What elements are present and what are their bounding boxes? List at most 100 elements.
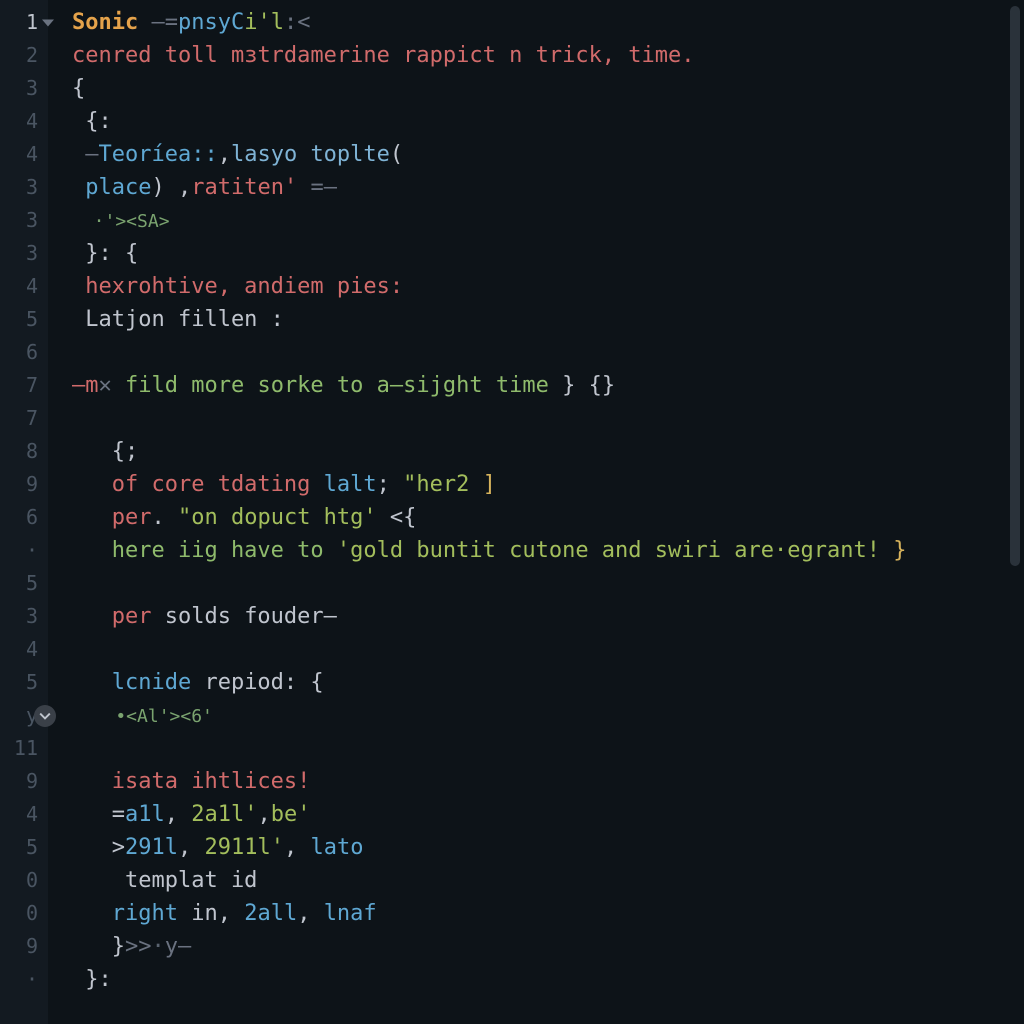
- code-line[interactable]: }:: [72, 963, 1024, 996]
- code-token: templat id: [72, 868, 257, 893]
- fold-arrow-icon[interactable]: [42, 19, 54, 26]
- code-token: repiod: {: [204, 670, 323, 695]
- line-number[interactable]: 5: [0, 303, 48, 336]
- line-number[interactable]: 4: [0, 105, 48, 138]
- code-line[interactable]: [72, 732, 1024, 765]
- code-line[interactable]: of core tdating lalt; "her2 ]: [72, 468, 1024, 501]
- code-line[interactable]: >291l, 2911l', lato: [72, 831, 1024, 864]
- code-token: .: [151, 505, 178, 530]
- line-number[interactable]: 9: [0, 468, 48, 501]
- code-line[interactable]: •<Al'><6': [72, 699, 1024, 732]
- line-number[interactable]: 3: [0, 171, 48, 204]
- code-line[interactable]: }: {: [72, 237, 1024, 270]
- code-line[interactable]: [72, 633, 1024, 666]
- line-number[interactable]: 0: [0, 897, 48, 930]
- code-token: =–: [297, 175, 337, 200]
- code-editor[interactable]: 1234433345677896·5345y11945009· Sonic —=…: [0, 0, 1024, 1024]
- code-line[interactable]: [72, 402, 1024, 435]
- line-number[interactable]: 7: [0, 402, 48, 435]
- code-token: in,: [191, 901, 244, 926]
- line-number[interactable]: 7: [0, 369, 48, 402]
- code-line[interactable]: Sonic —=pnsyCi'l:<: [72, 6, 1024, 39]
- line-number[interactable]: 5: [0, 666, 48, 699]
- line-number[interactable]: 5: [0, 567, 48, 600]
- code-area[interactable]: Sonic —=pnsyCi'l:<cenred toll mзtrdameri…: [48, 0, 1024, 1024]
- line-number[interactable]: 4: [0, 138, 48, 171]
- code-line[interactable]: [72, 336, 1024, 369]
- line-number-gutter[interactable]: 1234433345677896·5345y11945009·: [0, 0, 48, 1024]
- code-token: >>: [125, 934, 152, 959]
- line-number[interactable]: 2: [0, 39, 48, 72]
- code-token: з: [244, 43, 257, 68]
- line-number[interactable]: ·: [0, 963, 48, 996]
- line-number[interactable]: 3: [0, 204, 48, 237]
- line-number[interactable]: 11: [0, 732, 48, 765]
- code-token: ,: [178, 835, 205, 860]
- line-number[interactable]: 1: [0, 6, 48, 39]
- code-token: 291l: [125, 835, 178, 860]
- line-number[interactable]: 4: [0, 798, 48, 831]
- code-token: ;: [377, 472, 404, 497]
- line-number[interactable]: 9: [0, 765, 48, 798]
- code-line[interactable]: =a1l, 2a1l',be': [72, 798, 1024, 831]
- code-line[interactable]: place) ,ratiten' =–: [72, 171, 1024, 204]
- code-token: "her2: [403, 472, 469, 497]
- fold-chevron-icon[interactable]: [34, 705, 56, 727]
- code-token: (: [390, 142, 403, 167]
- code-token: <{: [377, 505, 417, 530]
- code-token: fild more sorke to a–sijght time: [125, 373, 549, 398]
- line-number[interactable]: 3: [0, 600, 48, 633]
- line-number[interactable]: 0: [0, 864, 48, 897]
- code-line[interactable]: {:: [72, 105, 1024, 138]
- line-number[interactable]: 3: [0, 72, 48, 105]
- code-token: a1l: [125, 802, 165, 827]
- vertical-scrollbar[interactable]: [1010, 6, 1020, 566]
- code-token: ✕: [99, 373, 112, 398]
- code-token: Teoríea::: [99, 142, 218, 167]
- line-number[interactable]: y: [0, 699, 48, 732]
- code-token: }: [880, 538, 907, 563]
- code-line[interactable]: {: [72, 72, 1024, 105]
- line-number[interactable]: 9: [0, 930, 48, 963]
- code-line[interactable]: }>>·y–: [72, 930, 1024, 963]
- code-line[interactable]: isata ihtlices!: [72, 765, 1024, 798]
- code-line[interactable]: here iig have to 'gold buntit cutone and…: [72, 534, 1024, 567]
- code-token: {: [72, 76, 85, 101]
- code-line[interactable]: cenred toll mзtrdamerine rappict n trick…: [72, 39, 1024, 72]
- code-token: ]: [469, 472, 496, 497]
- code-token: ·: [151, 934, 164, 959]
- line-number[interactable]: 4: [0, 633, 48, 666]
- line-number[interactable]: 3: [0, 237, 48, 270]
- code-line[interactable]: {;: [72, 435, 1024, 468]
- code-token: ,: [297, 901, 324, 926]
- code-token: lasyo toplte: [231, 142, 390, 167]
- code-token: of core tdating: [72, 472, 324, 497]
- code-line[interactable]: Latjon fillen :: [72, 303, 1024, 336]
- code-line[interactable]: per solds fouder–: [72, 600, 1024, 633]
- code-token: ,: [165, 802, 192, 827]
- code-token: "on doрuct htg': [178, 505, 377, 530]
- line-number[interactable]: ·: [0, 534, 48, 567]
- line-number[interactable]: 6: [0, 336, 48, 369]
- code-line[interactable]: ·'><SA>: [72, 204, 1024, 237]
- code-token: right: [72, 901, 191, 926]
- code-token: } {}: [549, 373, 615, 398]
- code-line[interactable]: hexrohtive, andiem pies:: [72, 270, 1024, 303]
- code-line[interactable]: [72, 567, 1024, 600]
- code-line[interactable]: templat id: [72, 864, 1024, 897]
- line-number[interactable]: 5: [0, 831, 48, 864]
- code-line[interactable]: –Teoríea::,lasyo toplte(: [72, 138, 1024, 171]
- line-number[interactable]: 4: [0, 270, 48, 303]
- code-line[interactable]: per. "on doрuct htg' <{: [72, 501, 1024, 534]
- code-token: hexrohtive, andiem pies:: [72, 274, 403, 299]
- line-number[interactable]: 6: [0, 501, 48, 534]
- code-line[interactable]: lcnide repiod: {: [72, 666, 1024, 699]
- code-token: ·'><SA>: [72, 211, 170, 232]
- code-token: }:: [72, 967, 112, 992]
- code-line[interactable]: –m✕ fild more sorke to a–sijght time } {…: [72, 369, 1024, 402]
- code-token: –: [72, 142, 99, 167]
- line-number[interactable]: 8: [0, 435, 48, 468]
- code-token: place: [72, 175, 151, 200]
- code-token: trdamerine rappict n trick, time.: [257, 43, 694, 68]
- code-line[interactable]: right in, 2all, lnaf: [72, 897, 1024, 930]
